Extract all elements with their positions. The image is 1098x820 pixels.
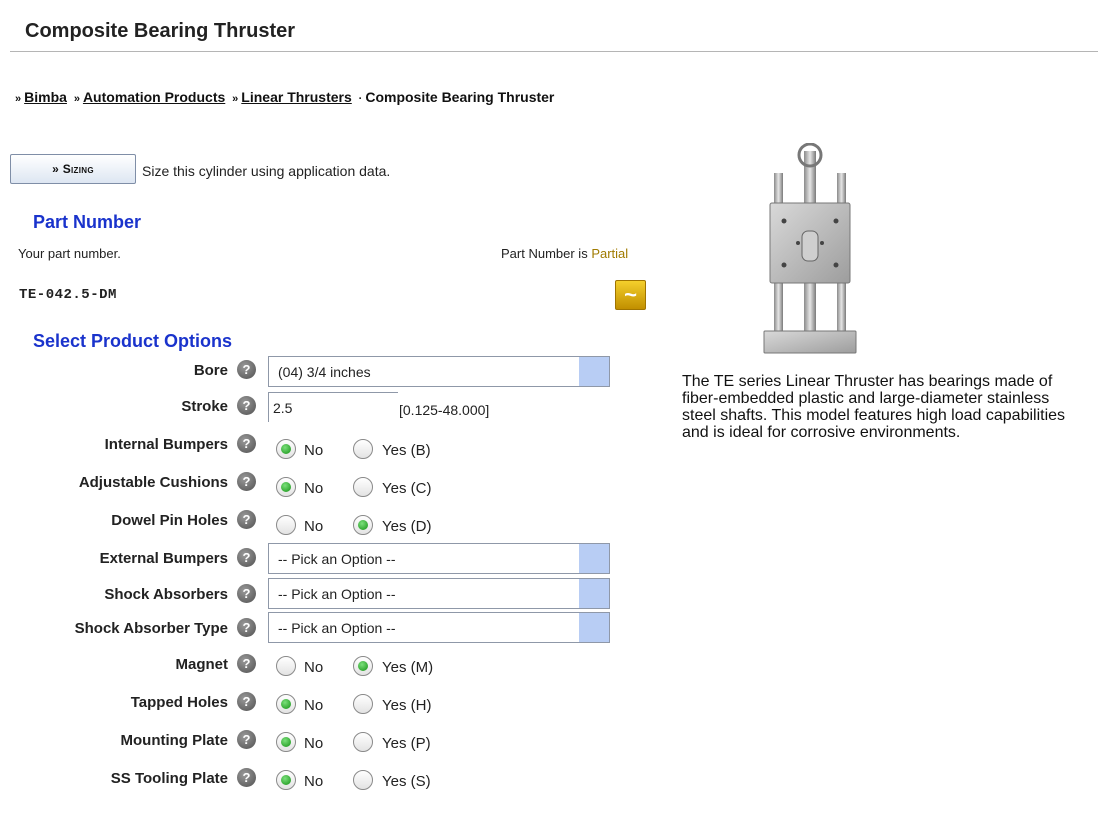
dropdown-arrow-icon [579,544,609,573]
title-divider [10,51,1098,52]
dowel-pin-holes-no-radio[interactable] [276,515,296,535]
adjustable-cushions-no-label: No [304,480,324,497]
magnet-no-radio[interactable] [276,656,296,676]
bore-label: Bore [193,362,228,379]
help-icon[interactable]: ? [237,692,256,711]
internal-bumpers-yes-radio[interactable] [353,439,373,459]
help-icon[interactable]: ? [237,548,256,567]
ss-tooling-plate-no-radio[interactable] [276,770,296,790]
part-number-value: TE-042.5-DM [19,287,117,303]
bore-select[interactable]: (04) 3/4 inches [268,356,610,387]
product-image [763,143,857,354]
breadcrumb-link-automation-products[interactable]: Automation Products [83,89,225,105]
dowel-pin-holes-yes-label: Yes (D) [382,518,432,535]
sizing-button[interactable]: » Sizing [10,154,136,184]
help-icon[interactable]: ? [237,618,256,637]
bore-select-value: (04) 3/4 inches [278,364,371,380]
dowel-pin-holes-no-label: No [304,518,324,535]
product-description: The TE series Linear Thruster has bearin… [682,373,1066,441]
adjustable-cushions-label: Adjustable Cushions [78,474,228,491]
shock-absorber-type-select[interactable]: -- Pick an Option -- [268,612,610,643]
tapped-holes-yes-radio[interactable] [353,694,373,714]
external-bumpers-select[interactable]: -- Pick an Option -- [268,543,610,574]
dropdown-arrow-icon [579,579,609,608]
help-icon[interactable]: ? [237,434,256,453]
tapped-holes-no-radio[interactable] [276,694,296,714]
breadcrumb-separator: » [232,93,239,105]
help-icon[interactable]: ? [237,654,256,673]
help-icon[interactable]: ? [237,360,256,379]
breadcrumb-link-bimba[interactable]: Bimba [24,89,67,105]
internal-bumpers-no-radio[interactable] [276,439,296,459]
part-number-status-prefix: Part Number is [501,246,592,261]
stroke-range-hint: [0.125-48.000] [399,402,490,418]
external-bumpers-label: External Bumpers [99,550,228,567]
breadcrumb-separator: » [15,93,22,105]
part-number-status: Part Number is Partial [501,246,628,261]
breadcrumb-link-linear-thrusters[interactable]: Linear Thrusters [241,89,351,105]
internal-bumpers-label: Internal Bumpers [104,436,228,453]
product-options-heading: Select Product Options [33,331,233,351]
dowel-pin-holes-label: Dowel Pin Holes [111,512,228,529]
tapped-holes-yes-label: Yes (H) [382,697,432,714]
adjustable-cushions-yes-radio[interactable] [353,477,373,497]
tapped-holes-label: Tapped Holes [130,694,228,711]
shock-absorbers-select-value: -- Pick an Option -- [278,586,396,602]
dowel-pin-holes-yes-radio[interactable] [353,515,373,535]
external-bumpers-select-value: -- Pick an Option -- [278,551,396,567]
breadcrumb-separator: · [358,93,363,105]
stroke-input[interactable]: 2.5 [268,392,398,422]
internal-bumpers-no-label: No [304,442,324,459]
help-icon[interactable]: ? [237,768,256,787]
part-number-heading: Part Number [33,212,142,232]
page-title: Composite Bearing Thruster [25,20,296,42]
breadcrumb-current: Composite Bearing Thruster [365,89,555,105]
ss-tooling-plate-label: SS Tooling Plate [110,770,228,787]
adjustable-cushions-yes-label: Yes (C) [382,480,432,497]
magnet-yes-radio[interactable] [353,656,373,676]
help-icon[interactable]: ? [237,510,256,529]
stroke-label: Stroke [181,398,228,415]
shock-absorber-type-label: Shock Absorber Type [74,620,228,637]
ss-tooling-plate-yes-radio[interactable] [353,770,373,790]
part-number-description: Your part number. [18,246,121,261]
shock-absorbers-select[interactable]: -- Pick an Option -- [268,578,610,609]
breadcrumb: » Bimba » Automation Products » Linear Thru… [12,89,554,105]
help-icon[interactable]: ? [237,472,256,491]
mounting-plate-yes-radio[interactable] [353,732,373,752]
ss-tooling-plate-no-label: No [304,773,324,790]
magnet-yes-label: Yes (M) [382,659,434,676]
dropdown-arrow-icon [579,357,609,386]
magnet-label: Magnet [175,656,229,673]
tapped-holes-no-label: No [304,697,324,714]
mounting-plate-yes-label: Yes (P) [382,735,431,752]
part-number-status-value: Partial [591,246,629,261]
magnet-no-label: No [304,659,324,676]
mounting-plate-no-label: No [304,735,324,752]
shock-absorber-type-select-value: -- Pick an Option -- [278,620,396,636]
dropdown-arrow-icon [579,613,609,642]
ss-tooling-plate-yes-label: Yes (S) [382,773,431,790]
shock-absorbers-label: Shock Absorbers [104,586,228,603]
internal-bumpers-yes-label: Yes (B) [382,442,431,459]
tilde-partial-icon[interactable]: ~ [615,280,646,310]
adjustable-cushions-no-radio[interactable] [276,477,296,497]
help-icon[interactable]: ? [237,396,256,415]
sizing-description: Size this cylinder using application dat… [142,163,391,179]
mounting-plate-no-radio[interactable] [276,732,296,752]
breadcrumb-separator: » [73,93,80,105]
help-icon[interactable]: ? [237,730,256,749]
help-icon[interactable]: ? [237,584,256,603]
mounting-plate-label: Mounting Plate [120,732,229,749]
